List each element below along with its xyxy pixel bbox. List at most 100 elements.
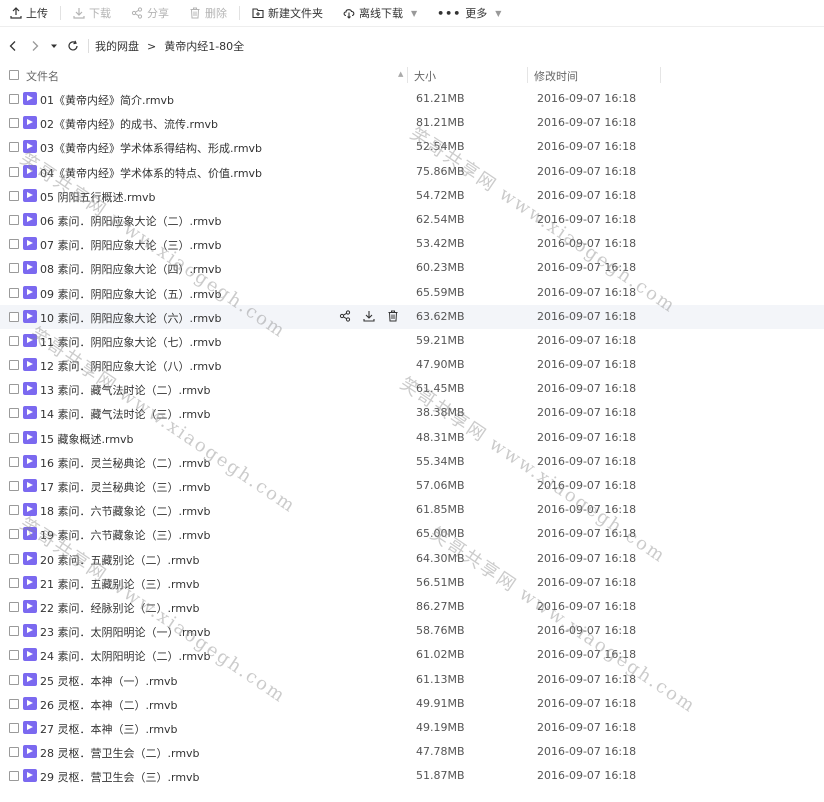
column-header-name[interactable]: 文件名 <box>26 68 59 84</box>
row-checkbox[interactable] <box>9 287 19 298</box>
file-name[interactable]: 11 素问．阴阳应象大论（七）.rmvb <box>40 334 222 350</box>
share-button[interactable]: 分享 <box>121 0 179 26</box>
file-name[interactable]: 14 素问．藏气法时论（三）.rmvb <box>40 406 211 422</box>
file-row[interactable]: 06 素问．阴阳应象大论（二）.rmvb 62.54MB 2016-09-07 16… <box>0 208 824 232</box>
file-row[interactable]: 02《黄帝内经》的成书、流传.rmvb 81.21MB 2016-09-07 16:… <box>0 111 824 135</box>
file-row[interactable]: 20 素问．五藏别论（二）.rmvb 64.30MB 2016-09-07 16:1… <box>0 547 824 571</box>
file-name[interactable]: 18 素问．六节藏象论（二）.rmvb <box>40 503 211 519</box>
file-name[interactable]: 24 素问．太阴阳明论（二）.rmvb <box>40 648 211 664</box>
file-row[interactable]: 21 素问．五藏别论（三）.rmvb 56.51MB 2016-09-07 16:1… <box>0 571 824 595</box>
back-icon[interactable] <box>2 34 24 58</box>
row-checkbox[interactable] <box>9 722 19 733</box>
row-checkbox[interactable] <box>9 626 19 637</box>
file-name[interactable]: 01《黄帝内经》简介.rmvb <box>40 92 174 108</box>
file-name[interactable]: 22 素问．经脉别论（二）.rmvb <box>40 600 200 616</box>
forward-icon[interactable] <box>24 34 46 58</box>
file-name[interactable]: 29 灵枢．营卫生会（三）.rmvb <box>40 769 200 785</box>
row-checkbox[interactable] <box>9 360 19 371</box>
row-checkbox[interactable] <box>9 118 19 129</box>
row-checkbox[interactable] <box>9 553 19 564</box>
file-name[interactable]: 23 素问．太阴阳明论（一）.rmvb <box>40 624 211 640</box>
file-row[interactable]: 04《黄帝内经》学术体系的特点、价值.rmvb 75.86MB 2016-09-07… <box>0 160 824 184</box>
download-button[interactable]: 下载 <box>63 0 121 26</box>
file-row[interactable]: 19 素问．六节藏象论（三）.rmvb 65.00MB 2016-09-07 16:… <box>0 522 824 546</box>
row-checkbox[interactable] <box>9 505 19 516</box>
trash-icon[interactable] <box>386 309 400 323</box>
file-name[interactable]: 13 素问．藏气法时论（二）.rmvb <box>40 382 211 398</box>
chevron-down-icon[interactable]: ▼ <box>495 9 501 18</box>
row-checkbox[interactable] <box>9 747 19 758</box>
breadcrumb-root[interactable]: 我的网盘 <box>95 38 139 54</box>
file-name[interactable]: 17 素问．灵兰秘典论（三）.rmvb <box>40 479 211 495</box>
file-name[interactable]: 03《黄帝内经》学术体系得结构、形成.rmvb <box>40 140 262 156</box>
file-name[interactable]: 12 素问．阴阳应象大论（八）.rmvb <box>40 358 222 374</box>
file-row[interactable]: 27 灵枢．本神（三）.rmvb 49.19MB 2016-09-07 16:18 <box>0 716 824 740</box>
file-row[interactable]: 18 素问．六节藏象论（二）.rmvb 61.85MB 2016-09-07 16:… <box>0 498 824 522</box>
file-row[interactable]: 23 素问．太阴阳明论（一）.rmvb 58.76MB 2016-09-07 16:… <box>0 619 824 643</box>
file-name[interactable]: 02《黄帝内经》的成书、流传.rmvb <box>40 116 218 132</box>
file-name[interactable]: 07 素问．阴阳应象大论（三）.rmvb <box>40 237 222 253</box>
history-dropdown-icon[interactable] <box>46 34 62 58</box>
download-icon[interactable] <box>362 309 376 323</box>
row-checkbox[interactable] <box>9 698 19 709</box>
row-checkbox[interactable] <box>9 166 19 177</box>
row-checkbox[interactable] <box>9 432 19 443</box>
offline-download-button[interactable]: 离线下载 ▼ <box>333 0 427 26</box>
column-resizer[interactable] <box>527 67 528 83</box>
file-name[interactable]: 19 素问．六节藏象论（三）.rmvb <box>40 527 211 543</box>
row-checkbox[interactable] <box>9 650 19 661</box>
row-checkbox[interactable] <box>9 190 19 201</box>
row-checkbox[interactable] <box>9 239 19 250</box>
file-row[interactable]: 08 素问．阴阳应象大论（四）.rmvb 60.23MB 2016-09-07 16… <box>0 256 824 280</box>
file-name[interactable]: 05 阴阳五行概述.rmvb <box>40 189 156 205</box>
row-checkbox[interactable] <box>9 311 19 322</box>
file-row[interactable]: 14 素问．藏气法时论（三）.rmvb 38.38MB 2016-09-07 16:… <box>0 401 824 425</box>
share-icon[interactable] <box>338 309 352 323</box>
file-row[interactable]: 26 灵枢．本神（二）.rmvb 49.91MB 2016-09-07 16:18 <box>0 692 824 716</box>
new-folder-button[interactable]: 新建文件夹 <box>242 0 333 26</box>
file-row[interactable]: 24 素问．太阴阳明论（二）.rmvb 61.02MB 2016-09-07 16:… <box>0 643 824 667</box>
row-checkbox[interactable] <box>9 384 19 395</box>
file-row[interactable]: 09 素问．阴阳应象大论（五）.rmvb 65.59MB 2016-09-07 16… <box>0 281 824 305</box>
file-name[interactable]: 21 素问．五藏别论（三）.rmvb <box>40 576 200 592</box>
file-name[interactable]: 06 素问．阴阳应象大论（二）.rmvb <box>40 213 222 229</box>
row-checkbox[interactable] <box>9 601 19 612</box>
row-checkbox[interactable] <box>9 263 19 274</box>
file-row[interactable]: 07 素问．阴阳应象大论（三）.rmvb 53.42MB 2016-09-07 16… <box>0 232 824 256</box>
file-row[interactable]: 03《黄帝内经》学术体系得结构、形成.rmvb 52.54MB 2016-09-07… <box>0 135 824 159</box>
file-name[interactable]: 20 素问．五藏别论（二）.rmvb <box>40 552 200 568</box>
row-checkbox[interactable] <box>9 94 19 104</box>
file-row[interactable]: 11 素问．阴阳应象大论（七）.rmvb 59.21MB 2016-09-07 16… <box>0 329 824 353</box>
row-checkbox[interactable] <box>9 408 19 419</box>
file-name[interactable]: 08 素问．阴阳应象大论（四）.rmvb <box>40 261 222 277</box>
file-name[interactable]: 04《黄帝内经》学术体系的特点、价值.rmvb <box>40 165 262 181</box>
row-checkbox[interactable] <box>9 529 19 540</box>
upload-button[interactable]: 上传 <box>0 0 58 26</box>
file-row[interactable]: 17 素问．灵兰秘典论（三）.rmvb 57.06MB 2016-09-07 16:… <box>0 474 824 498</box>
chevron-down-icon[interactable]: ▼ <box>411 9 417 18</box>
row-checkbox[interactable] <box>9 771 19 782</box>
file-row[interactable]: 16 素问．灵兰秘典论（二）.rmvb 55.34MB 2016-09-07 16:… <box>0 450 824 474</box>
file-row[interactable]: 15 藏象概述.rmvb 48.31MB 2016-09-07 16:18 <box>0 426 824 450</box>
file-row[interactable]: 28 灵枢．营卫生会（二）.rmvb 47.78MB 2016-09-07 16:1… <box>0 740 824 764</box>
file-row[interactable]: 22 素问．经脉别论（二）.rmvb 86.27MB 2016-09-07 16:1… <box>0 595 824 619</box>
row-checkbox[interactable] <box>9 674 19 685</box>
file-row[interactable]: 29 灵枢．营卫生会（三）.rmvb 51.87MB 2016-09-07 16:1… <box>0 764 824 788</box>
more-button[interactable]: ••• 更多 ▼ <box>427 0 511 26</box>
row-checkbox[interactable] <box>9 142 19 153</box>
row-checkbox[interactable] <box>9 214 19 225</box>
file-row[interactable]: 12 素问．阴阳应象大论（八）.rmvb 47.90MB 2016-09-07 16… <box>0 353 824 377</box>
sort-up-icon[interactable]: ▲ <box>398 70 403 78</box>
file-name[interactable]: 09 素问．阴阳应象大论（五）.rmvb <box>40 286 222 302</box>
row-checkbox[interactable] <box>9 335 19 346</box>
refresh-icon[interactable] <box>62 34 84 58</box>
column-header-modified[interactable]: 修改时间 <box>534 68 578 84</box>
column-resizer[interactable] <box>660 67 661 83</box>
file-row[interactable]: 13 素问．藏气法时论（二）.rmvb 61.45MB 2016-09-07 16:… <box>0 377 824 401</box>
file-row[interactable]: 25 灵枢．本神（一）.rmvb 61.13MB 2016-09-07 16:18 <box>0 668 824 692</box>
file-name[interactable]: 16 素问．灵兰秘典论（二）.rmvb <box>40 455 211 471</box>
file-row[interactable]: 01《黄帝内经》简介.rmvb 61.21MB 2016-09-07 16:18 <box>0 87 824 111</box>
file-name[interactable]: 25 灵枢．本神（一）.rmvb <box>40 673 178 689</box>
column-header-size[interactable]: 大小 <box>414 68 436 84</box>
file-name[interactable]: 10 素问．阴阳应象大论（六）.rmvb <box>40 310 222 326</box>
